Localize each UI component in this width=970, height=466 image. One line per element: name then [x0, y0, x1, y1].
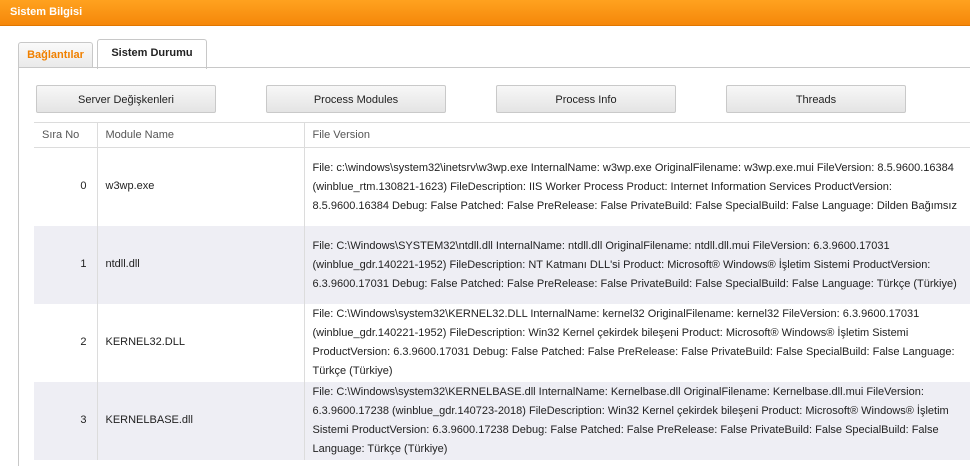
row-index: 2 — [80, 336, 87, 348]
table-row: 2 KERNEL32.DLL File: C:\Windows\system32… — [34, 303, 970, 382]
column-header-module-name: Module Name — [96, 122, 304, 148]
window-title-bar: Sistem Bilgisi — [0, 0, 970, 25]
row-module-name: ntdll.dll — [96, 225, 304, 304]
process-modules-button[interactable]: Process Modules — [266, 85, 446, 113]
table-row: 3 KERNELBASE.dll File: C:\Windows\system… — [34, 381, 970, 460]
server-variables-button[interactable]: Server Değişkenleri — [36, 85, 216, 113]
row-module-name: w3wp.exe — [96, 147, 304, 226]
row-file-version: File: C:\Windows\system32\KERNELBASE.dll… — [303, 381, 970, 460]
row-index: 3 — [34, 381, 97, 460]
window-title: Sistem Bilgisi — [10, 6, 83, 18]
table-header-row: Sıra No Module Name File Version — [34, 122, 970, 148]
modules-table: Sıra No Module Name File Version 0 w3wp.… — [34, 122, 970, 460]
column-header-index: Sıra No — [34, 122, 97, 148]
row-module-name: KERNEL32.DLL — [96, 303, 304, 382]
row-file-version: File: C:\Windows\SYSTEM32\ntdll.dll Inte… — [303, 225, 970, 304]
tab-sistem-durumu[interactable]: Sistem Durumu — [97, 39, 207, 69]
table-row: 1 ntdll.dll File: C:\Windows\SYSTEM32\nt… — [34, 225, 970, 304]
row-index: 0 — [80, 180, 87, 193]
tab-panel: Server Değişkenleri Process Modules Proc… — [18, 67, 970, 466]
process-info-button[interactable]: Process Info — [496, 85, 676, 113]
threads-button[interactable]: Threads — [726, 85, 906, 113]
title-divider — [0, 25, 970, 26]
row-index: 1 — [34, 225, 97, 304]
row-module-name: KERNELBASE.dll — [96, 381, 304, 460]
column-header-file-version: File Version — [303, 122, 970, 148]
tab-baglantilar[interactable]: Bağlantılar — [18, 42, 93, 68]
table-row: 0 w3wp.exe File: c:\windows\system32\ine… — [34, 147, 970, 226]
row-file-version: File: c:\windows\system32\inetsrv\w3wp.e… — [303, 147, 970, 226]
row-file-version: File: C:\Windows\system32\KERNEL32.DLL I… — [303, 303, 970, 382]
